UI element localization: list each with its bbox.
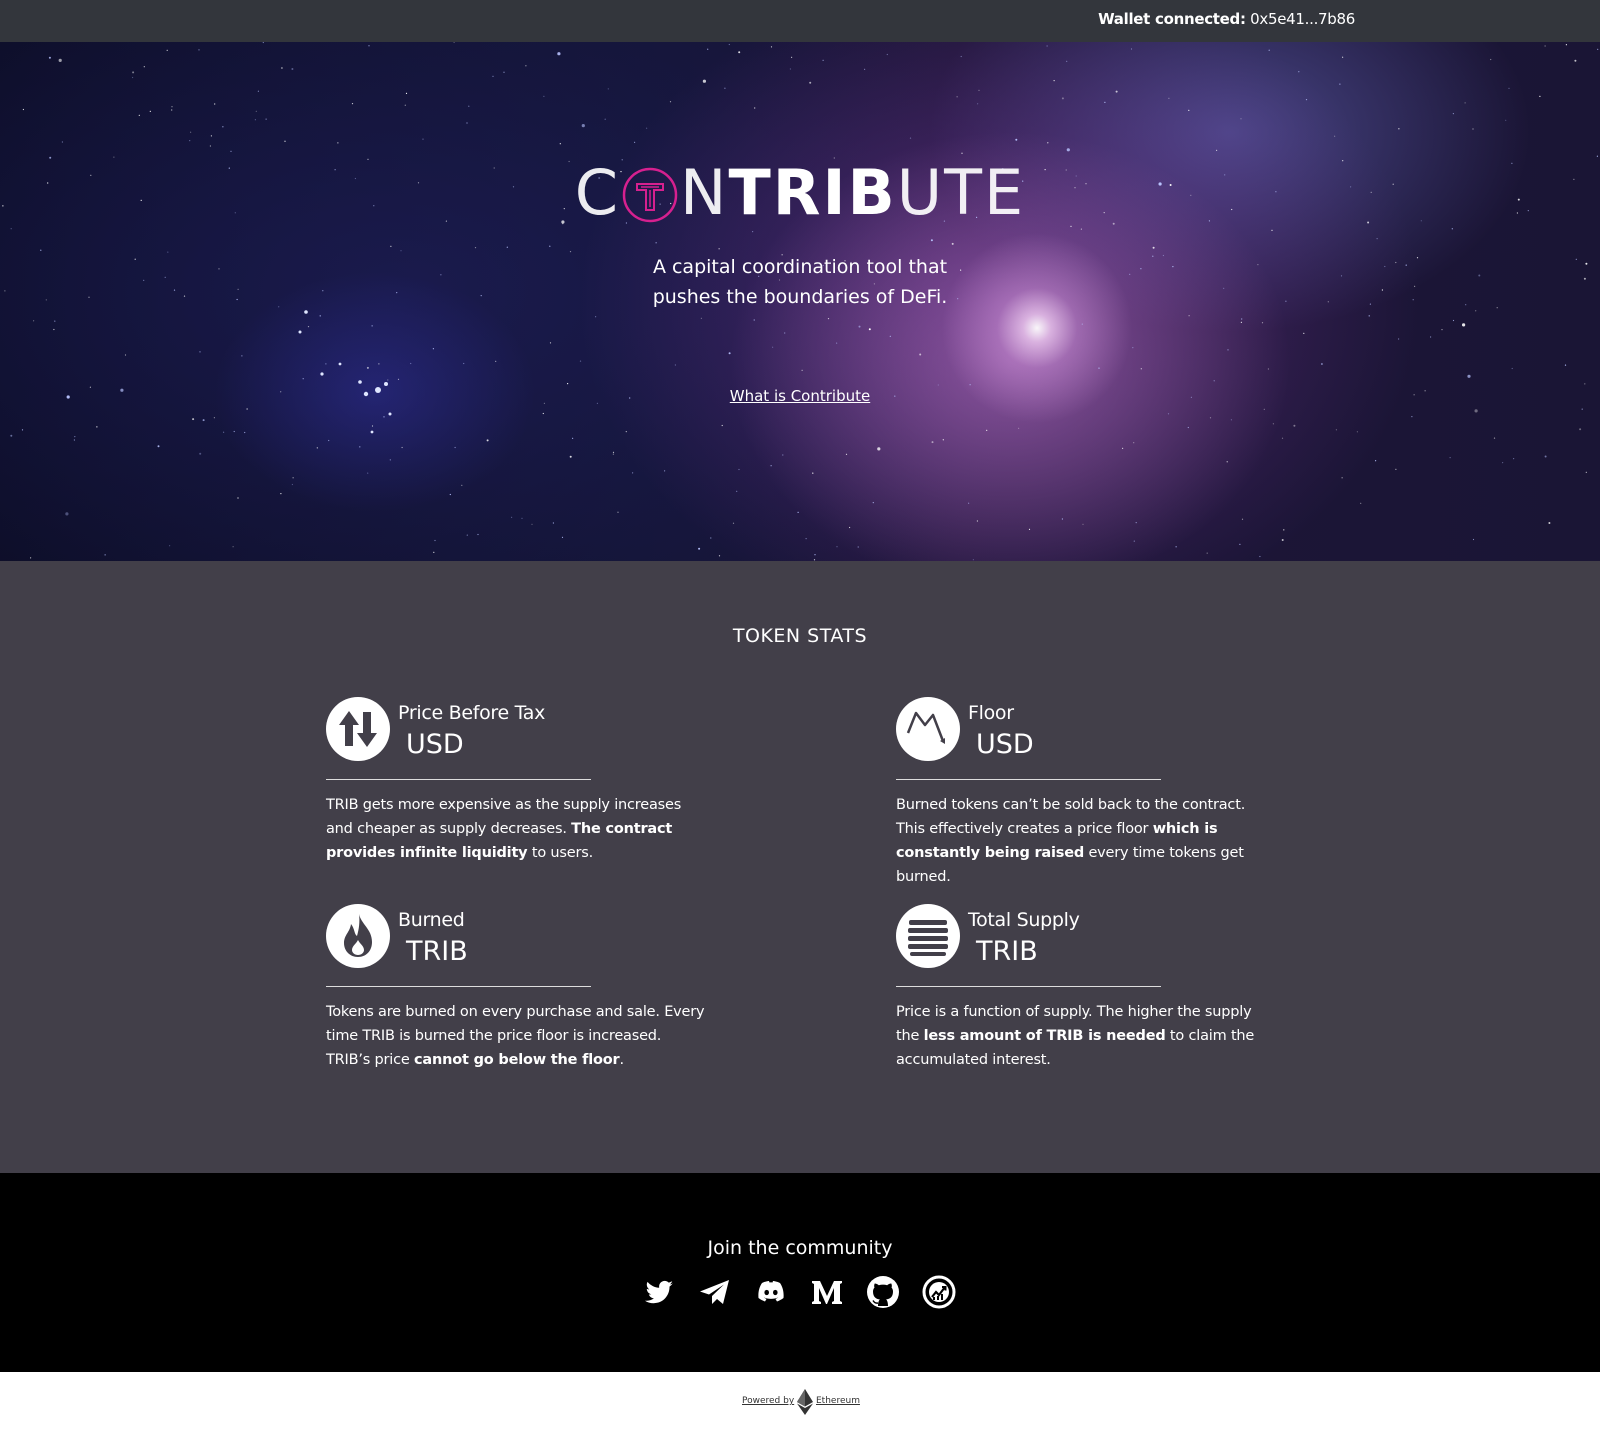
wallet-label: Wallet connected: — [1098, 10, 1246, 28]
flame-icon — [326, 904, 390, 968]
discord-icon[interactable] — [752, 1273, 790, 1311]
stat-value: USD — [976, 729, 1034, 760]
stat-label: Floor — [968, 702, 1014, 724]
github-icon[interactable] — [864, 1273, 902, 1311]
hero-tagline: A capital coordination tool that pushes … — [0, 252, 1600, 312]
what-is-contribute-wrap: What is Contribute — [0, 387, 1600, 405]
ethereum-icon — [797, 1389, 813, 1415]
stat-divider — [326, 779, 591, 780]
stat-value: TRIB — [976, 936, 1038, 967]
logo-letter-c: C — [574, 156, 621, 229]
twitter-icon[interactable] — [640, 1273, 678, 1311]
ethereum-text: Ethereum — [816, 1396, 860, 1406]
contribute-logo: C NTRIBUTE — [0, 158, 1600, 228]
stat-divider — [896, 779, 1161, 780]
community-section: Join the community — [0, 1173, 1600, 1372]
stat-description: Price is a function of supply. The highe… — [896, 1004, 1255, 1068]
stack-lines-icon — [896, 904, 960, 968]
trib-coin-icon — [622, 167, 678, 223]
community-title: Join the community — [707, 1237, 893, 1259]
social-links — [640, 1273, 960, 1311]
stat-label: Price Before Tax — [398, 702, 546, 724]
stat-description: Tokens are burned on every purchase and … — [326, 1004, 705, 1068]
logo-trib: TRIB — [728, 156, 897, 229]
powered-by-text: Powered by — [742, 1396, 795, 1406]
arrows-up-down-icon — [326, 697, 390, 761]
stat-value: TRIB — [406, 936, 468, 967]
logo-ute: UTE — [896, 156, 1026, 229]
stat-divider — [896, 986, 1161, 987]
token-stats-title: TOKEN STATS — [732, 625, 868, 647]
stat-label: Burned — [398, 909, 465, 931]
stat-description: Burned tokens can’t be sold back to the … — [896, 797, 1246, 885]
tagline-line-1: A capital coordination tool that — [652, 256, 948, 278]
stat-label: Total Supply — [968, 909, 1080, 931]
stat-description: TRIB gets more expensive as the supply i… — [326, 797, 682, 861]
coingecko-chart-icon[interactable] — [920, 1273, 958, 1311]
what-is-contribute-link[interactable]: What is Contribute — [730, 387, 870, 405]
telegram-icon[interactable] — [696, 1273, 734, 1311]
logo-letter-n: N — [680, 156, 729, 229]
token-stats-section: TOKEN STATS Price Before Tax USD TRIB ge… — [0, 561, 1600, 1173]
footer: Powered by Ethereum — [0, 1372, 1600, 1432]
medium-icon[interactable] — [808, 1273, 846, 1311]
top-bar: Wallet connected: 0x5e41...7b86 — [0, 0, 1600, 42]
tagline-line-2: pushes the boundaries of DeFi. — [652, 286, 948, 308]
wallet-address: 0x5e41...7b86 — [1250, 10, 1355, 28]
price-floor-chart-icon — [896, 697, 960, 761]
stat-divider — [326, 986, 591, 987]
wallet-status: Wallet connected: 0x5e41...7b86 — [1098, 10, 1355, 28]
stat-value: USD — [406, 729, 464, 760]
hero-banner: C NTRIBUTE A capital coordination tool t… — [0, 42, 1600, 561]
